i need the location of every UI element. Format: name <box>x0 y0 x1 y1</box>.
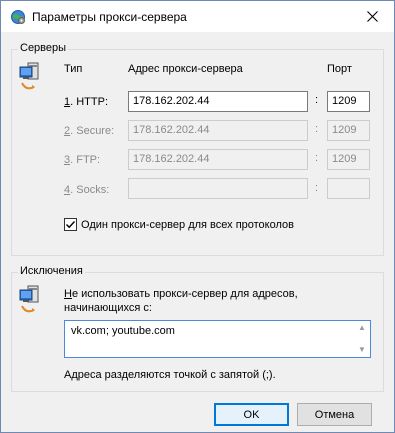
http-address-input[interactable]: 178.162.202.44 <box>128 91 308 112</box>
exceptions-description-line1: Не использовать прокси-сервер для адресо… <box>64 288 298 300</box>
http-colon: : <box>315 94 319 106</box>
title-bar: Параметры прокси-сервера <box>1 1 394 32</box>
ftp-label: 3. FTP: <box>64 154 101 166</box>
socks-port-input[interactable] <box>327 178 370 199</box>
exceptions-hint: Адреса разделяются точкой с запятой (;). <box>64 369 276 381</box>
socks-address-input[interactable] <box>128 178 308 199</box>
exceptions-value: vk.com; youtube.com <box>71 325 175 337</box>
http-port-input[interactable]: 1209 <box>327 91 370 112</box>
socks-label: 4. Socks: <box>64 184 110 196</box>
proxy-settings-dialog: Параметры прокси-сервера Серверы Тип Адр… <box>0 0 395 433</box>
same-proxy-checkbox[interactable] <box>64 218 77 231</box>
network-computer-icon <box>19 62 39 90</box>
scroll-down-icon[interactable]: ▼ <box>357 345 367 355</box>
window-title: Параметры прокси-сервера <box>32 10 187 24</box>
close-button[interactable] <box>350 1 394 32</box>
servers-group-label: Серверы <box>18 42 69 54</box>
col-type-header: Тип <box>64 63 83 75</box>
ftp-address-input[interactable]: 178.162.202.44 <box>128 149 308 170</box>
http-label: 1. HTTP: <box>64 96 109 108</box>
checkmark-icon <box>66 221 76 229</box>
socks-colon: : <box>315 182 319 194</box>
col-address-header: Адрес прокси-сервера <box>128 63 243 75</box>
ok-button[interactable]: OK <box>214 403 289 426</box>
close-icon <box>366 11 378 22</box>
secure-label: 2. Secure: <box>64 125 115 137</box>
secure-colon: : <box>315 123 319 135</box>
scroll-up-icon[interactable]: ▲ <box>357 323 367 333</box>
exceptions-description-line2: начинающихся с: <box>64 302 152 314</box>
exceptions-textarea[interactable]: vk.com; youtube.com ▲ ▼ <box>64 320 371 358</box>
secure-address-input[interactable]: 178.162.202.44 <box>128 120 308 141</box>
col-port-header: Порт <box>327 63 352 75</box>
secure-port-input[interactable]: 1209 <box>327 120 370 141</box>
ftp-colon: : <box>315 152 319 164</box>
network-computer-icon <box>19 285 39 313</box>
same-proxy-label[interactable]: Один прокси-сервер для всех протоколов <box>81 219 294 231</box>
exceptions-group-label: Исключения <box>18 265 85 277</box>
globe-settings-icon <box>11 10 25 24</box>
ftp-port-input[interactable]: 1209 <box>327 149 370 170</box>
cancel-button[interactable]: Отмена <box>297 403 372 426</box>
